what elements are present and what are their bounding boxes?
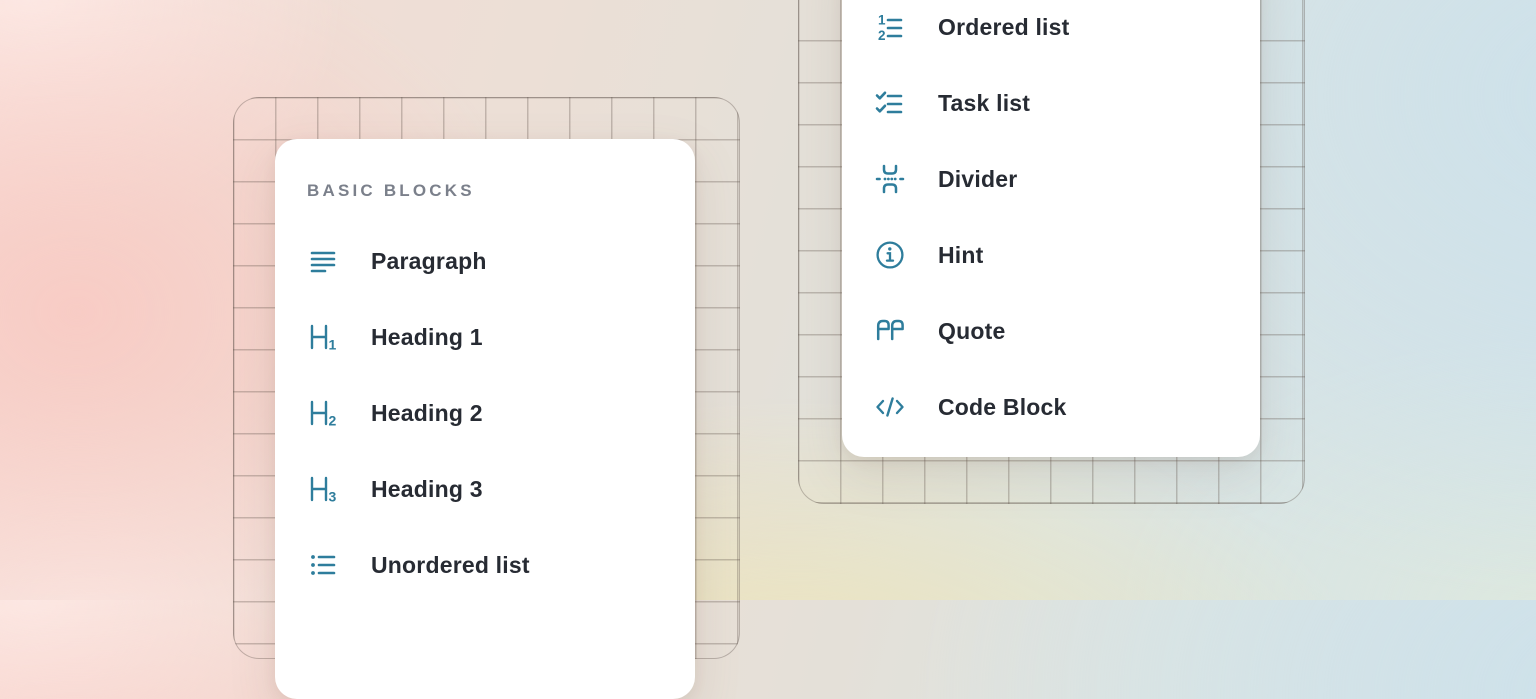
menu-item-heading-2[interactable]: 2 Heading 2 — [275, 375, 695, 451]
unordered-list-icon — [307, 549, 339, 581]
svg-text:1: 1 — [878, 13, 886, 28]
basic-blocks-list: Paragraph 1 Heading 1 2 Heading 2 3 Head… — [275, 223, 695, 603]
menu-item-paragraph[interactable]: Paragraph — [275, 223, 695, 299]
insert-blocks-menu: 12 Ordered list Task list Divider — [842, 0, 1260, 457]
svg-text:2: 2 — [878, 28, 886, 43]
menu-item-label: Code Block — [938, 394, 1067, 421]
menu-item-label: Ordered list — [938, 14, 1070, 41]
task-list-icon — [874, 87, 906, 119]
code-block-icon — [874, 391, 906, 423]
menu-item-label: Hint — [938, 242, 984, 269]
menu-item-label: Unordered list — [371, 552, 530, 579]
menu-item-hint[interactable]: Hint — [842, 217, 1260, 293]
menu-item-quote[interactable]: Quote — [842, 293, 1260, 369]
menu-item-divider[interactable]: Divider — [842, 141, 1260, 217]
basic-blocks-menu: BASIC BLOCKS Paragraph 1 Heading 1 2 Hea… — [275, 139, 695, 699]
ordered-list-icon: 12 — [874, 11, 906, 43]
menu-item-label: Heading 3 — [371, 476, 483, 503]
heading-1-icon: 1 — [307, 321, 339, 353]
menu-item-ordered-list[interactable]: 12 Ordered list — [842, 0, 1260, 65]
menu-item-label: Task list — [938, 90, 1030, 117]
paragraph-icon — [307, 245, 339, 277]
menu-item-task-list[interactable]: Task list — [842, 65, 1260, 141]
heading-2-icon: 2 — [307, 397, 339, 429]
heading-3-icon: 3 — [307, 473, 339, 505]
quote-icon — [874, 315, 906, 347]
menu-item-label: Paragraph — [371, 248, 487, 275]
hint-icon — [874, 239, 906, 271]
menu-item-code-block[interactable]: Code Block — [842, 369, 1260, 445]
menu-item-heading-1[interactable]: 1 Heading 1 — [275, 299, 695, 375]
menu-item-label: Heading 2 — [371, 400, 483, 427]
svg-text:2: 2 — [329, 413, 337, 429]
menu-item-heading-3[interactable]: 3 Heading 3 — [275, 451, 695, 527]
menu-item-label: Quote — [938, 318, 1005, 345]
insert-blocks-list: 12 Ordered list Task list Divider — [842, 0, 1260, 445]
section-label-basic-blocks: BASIC BLOCKS — [307, 181, 695, 201]
menu-item-label: Heading 1 — [371, 324, 483, 351]
divider-icon — [874, 163, 906, 195]
svg-text:3: 3 — [329, 489, 337, 505]
menu-item-label: Divider — [938, 166, 1017, 193]
menu-item-unordered-list[interactable]: Unordered list — [275, 527, 695, 603]
svg-text:1: 1 — [329, 337, 337, 353]
